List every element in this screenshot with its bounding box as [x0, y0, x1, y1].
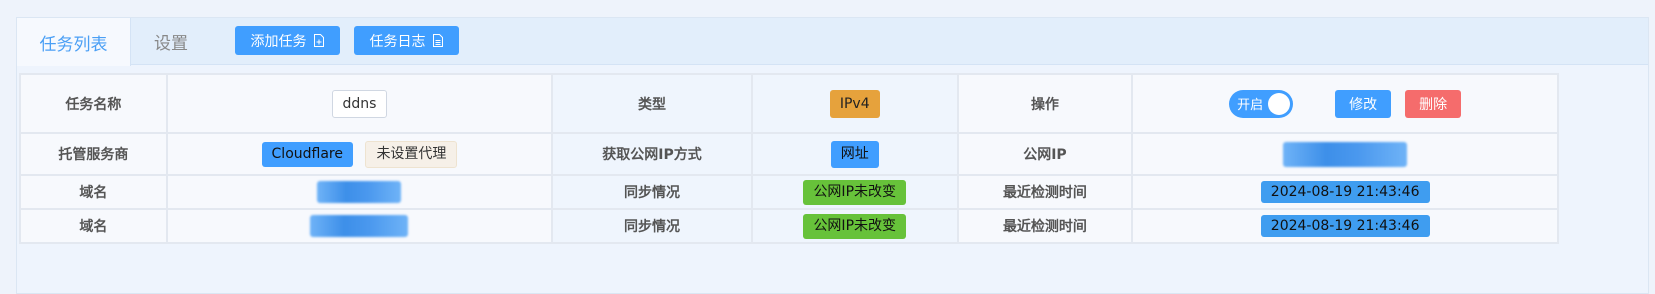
tab-task-list[interactable]: 任务列表	[17, 18, 131, 66]
sync-status-badge: 公网IP未改变	[803, 179, 907, 205]
type-label: 类型	[551, 73, 753, 134]
public-ip-label: 公网IP	[956, 132, 1134, 176]
ops-group: 开启 修改 删除	[1229, 89, 1462, 118]
task-panel: 任务列表 设置 添加任务 任务日志 任务名称 ddns 类型 IPv4 操作 开…	[16, 17, 1649, 294]
tab-bar: 任务列表 设置 添加任务 任务日志	[17, 18, 1648, 66]
check-time-label: 最近检测时间	[956, 208, 1134, 244]
task-name-value: ddns	[331, 89, 388, 118]
check-time-label: 最近检测时间	[956, 174, 1134, 210]
provider-badge: Cloudflare	[261, 141, 353, 167]
ops-label: 操作	[956, 73, 1134, 134]
table-row: 域名 同步情况 公网IP未改变 最近检测时间 2024-08-19 21:43:…	[19, 174, 1559, 210]
table-row: 托管服务商 Cloudflare 未设置代理 获取公网IP方式 网址 公网IP	[19, 132, 1559, 176]
add-task-button[interactable]: 添加任务	[235, 26, 340, 55]
domain-redacted	[317, 181, 402, 203]
add-file-icon	[313, 34, 325, 47]
domain-redacted	[310, 215, 409, 237]
proxy-badge: 未设置代理	[365, 140, 458, 168]
document-icon	[432, 34, 444, 47]
ip-method-badge: 网址	[830, 140, 879, 168]
table-row: 域名 同步情况 公网IP未改变 最近检测时间 2024-08-19 21:43:…	[19, 208, 1559, 244]
sync-label: 同步情况	[551, 174, 753, 210]
add-task-label: 添加任务	[250, 33, 307, 50]
task-table: 任务名称 ddns 类型 IPv4 操作 开启 修改 删除 托管服务商 Clou…	[19, 73, 1559, 244]
public-ip-redacted	[1283, 141, 1408, 167]
task-log-button[interactable]: 任务日志	[354, 26, 459, 55]
tab-settings[interactable]: 设置	[131, 18, 211, 65]
check-time-badge: 2024-08-19 21:43:46	[1260, 215, 1430, 237]
task-log-label: 任务日志	[369, 33, 426, 50]
delete-button[interactable]: 删除	[1405, 89, 1462, 118]
enable-switch[interactable]: 开启	[1229, 89, 1294, 118]
task-name-label: 任务名称	[19, 73, 168, 134]
sync-label: 同步情况	[551, 208, 753, 244]
sync-status-badge: 公网IP未改变	[803, 213, 907, 239]
type-badge: IPv4	[829, 89, 880, 118]
domain-label: 域名	[19, 208, 168, 244]
switch-label: 开启	[1237, 98, 1264, 113]
provider-label: 托管服务商	[19, 132, 168, 176]
ip-method-label: 获取公网IP方式	[551, 132, 753, 176]
check-time-badge: 2024-08-19 21:43:46	[1260, 181, 1430, 203]
domain-label: 域名	[19, 174, 168, 210]
switch-knob	[1268, 92, 1291, 115]
table-row: 任务名称 ddns 类型 IPv4 操作 开启 修改 删除	[19, 73, 1559, 134]
edit-button[interactable]: 修改	[1335, 89, 1392, 118]
